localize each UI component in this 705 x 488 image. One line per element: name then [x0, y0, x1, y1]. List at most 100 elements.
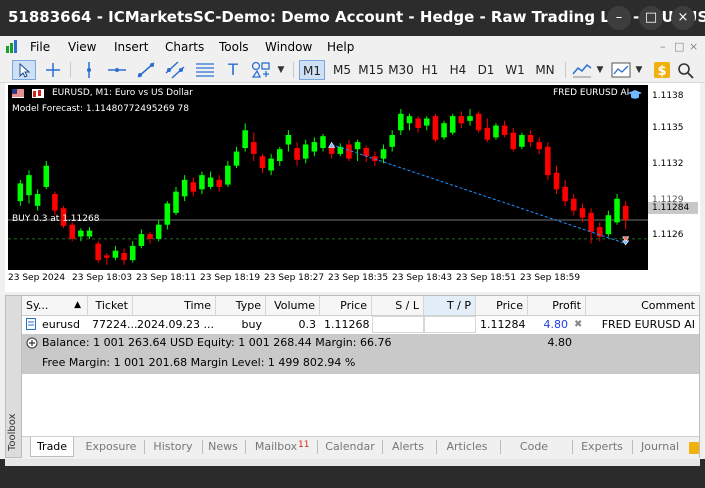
column-header-profit[interactable]: Profit: [528, 296, 586, 315]
x-tick-label: 23 Sep 2024: [8, 273, 66, 283]
minimize-button[interactable]: –: [607, 6, 631, 30]
candle-body: [199, 175, 205, 190]
candle-body: [432, 116, 439, 140]
column-header-current-price[interactable]: Price: [476, 296, 528, 315]
crosshair-icon[interactable]: [42, 60, 64, 80]
app-logo-icon: [6, 40, 17, 53]
search-icon[interactable]: [675, 60, 697, 80]
trade-label: BUY 0.3 at 1.11268: [12, 214, 100, 224]
timeframe-mn[interactable]: MN: [531, 60, 559, 80]
tab-mailbox[interactable]: Mailbox: [254, 437, 298, 457]
candle-body: [181, 179, 188, 197]
maximize-button[interactable]: □: [639, 6, 663, 30]
menu-view[interactable]: View: [68, 40, 96, 54]
chevron-down-icon[interactable]: ▼: [634, 60, 644, 80]
cell-open-price: 1.11268: [324, 318, 370, 331]
tab-exposure[interactable]: Exposure: [82, 437, 140, 457]
menu-insert[interactable]: Insert: [114, 40, 148, 54]
channel-icon[interactable]: [164, 60, 186, 80]
toolbox-panel: Toolbox Sy... ▲ Ticket Time Type Volume P…: [5, 295, 700, 473]
y-tick-label: 1.1138: [652, 91, 684, 101]
tab-alerts[interactable]: Alerts: [390, 437, 426, 457]
fibonacci-icon[interactable]: [193, 60, 217, 80]
indicators-icon[interactable]: [570, 60, 594, 80]
graduation-cap-icon: [628, 90, 642, 99]
tab-calendar[interactable]: Calendar: [325, 437, 375, 457]
tab-news[interactable]: News: [207, 437, 239, 457]
tab-separator: [317, 440, 318, 454]
chevron-down-icon[interactable]: ▼: [275, 60, 287, 80]
close-position-icon[interactable]: ✖: [570, 316, 586, 333]
candle-body: [78, 230, 84, 237]
expand-icon[interactable]: [26, 337, 38, 349]
tab-experts[interactable]: Experts: [579, 437, 625, 457]
timeframe-m1[interactable]: M1: [299, 60, 325, 80]
cursor-icon[interactable]: [12, 60, 36, 80]
market-icon[interactable]: $: [652, 60, 672, 80]
tab-trade[interactable]: Trade: [30, 437, 74, 457]
candle-body: [17, 183, 24, 202]
column-header-tp[interactable]: T / P: [424, 296, 476, 315]
timeframe-h4[interactable]: H4: [446, 60, 470, 80]
tab-articles[interactable]: Articles: [442, 437, 492, 457]
cell-take-profit[interactable]: [424, 316, 476, 333]
column-header-symbol[interactable]: Sy... ▲: [22, 296, 88, 315]
tab-separator: [202, 440, 203, 454]
tab-code-base[interactable]: Code Base: [506, 437, 562, 473]
candle-body: [475, 113, 482, 131]
toolbox-side-tab[interactable]: Toolbox: [6, 296, 22, 457]
menu-file[interactable]: File: [30, 40, 50, 54]
menu-window[interactable]: Window: [265, 40, 312, 54]
current-price-tag: 1.11284: [648, 202, 698, 214]
candle-body: [553, 172, 560, 190]
mdi-restore-button[interactable]: □: [674, 40, 684, 53]
column-header-time[interactable]: Time: [133, 296, 216, 315]
tab-journal[interactable]: Journal: [638, 437, 682, 457]
cell-time: 2024.09.23 ...: [137, 318, 214, 331]
y-tick-label: 1.1126: [652, 230, 684, 240]
market-icon[interactable]: [689, 441, 699, 454]
chevron-down-icon[interactable]: ▼: [595, 60, 605, 80]
timeframe-m5[interactable]: M5: [329, 60, 355, 80]
cell-stop-loss[interactable]: [372, 316, 424, 333]
candle-body: [285, 135, 292, 145]
toolbar-separator: [565, 62, 566, 78]
templates-icon[interactable]: [609, 60, 633, 80]
column-header-comment[interactable]: Comment: [586, 296, 699, 315]
positions-table-header: Sy... ▲ Ticket Time Type Volume Price S /…: [22, 296, 699, 316]
close-button[interactable]: ×: [671, 6, 695, 30]
column-header-price[interactable]: Price: [320, 296, 372, 315]
timeframe-m30[interactable]: M30: [386, 60, 416, 80]
candle-body: [259, 156, 266, 169]
horizontal-line-icon[interactable]: [106, 60, 128, 80]
trendline-icon[interactable]: [135, 60, 157, 80]
cell-symbol: eurusd: [42, 318, 80, 331]
tab-history[interactable]: History: [150, 437, 196, 457]
timeframe-h1[interactable]: H1: [418, 60, 442, 80]
menu-help[interactable]: Help: [327, 40, 354, 54]
shapes-icon[interactable]: [250, 60, 272, 80]
window-bottom-edge: [5, 459, 700, 466]
column-header-volume[interactable]: Volume: [266, 296, 320, 315]
column-header-ticket[interactable]: Ticket: [88, 296, 133, 315]
timeframe-w1[interactable]: W1: [502, 60, 528, 80]
menu-tools[interactable]: Tools: [219, 40, 249, 54]
timeframe-d1[interactable]: D1: [474, 60, 498, 80]
price-chart[interactable]: EURUSD, M1: Euro vs US Dollar Model Fore…: [8, 85, 648, 270]
text-icon[interactable]: T: [222, 60, 244, 80]
mdi-close-button[interactable]: ×: [689, 40, 698, 53]
column-header-sl[interactable]: S / L: [372, 296, 424, 315]
desktop-background: [0, 459, 705, 488]
y-tick-label: 1.1132: [652, 159, 684, 169]
candle-body: [527, 135, 534, 143]
vertical-line-icon[interactable]: [78, 60, 100, 80]
menu-charts[interactable]: Charts: [165, 40, 204, 54]
table-row[interactable]: eurusd 77224... 2024.09.23 ... buy 0.3 1…: [22, 316, 699, 333]
candle-body: [536, 142, 542, 150]
candle-body: [320, 136, 326, 148]
timeframe-m15[interactable]: M15: [356, 60, 386, 80]
expert-advisor-label[interactable]: FRED EURUSD AI: [553, 88, 629, 98]
candle-body: [164, 203, 171, 225]
mdi-minimize-button[interactable]: –: [660, 40, 666, 53]
column-header-type[interactable]: Type: [216, 296, 266, 315]
